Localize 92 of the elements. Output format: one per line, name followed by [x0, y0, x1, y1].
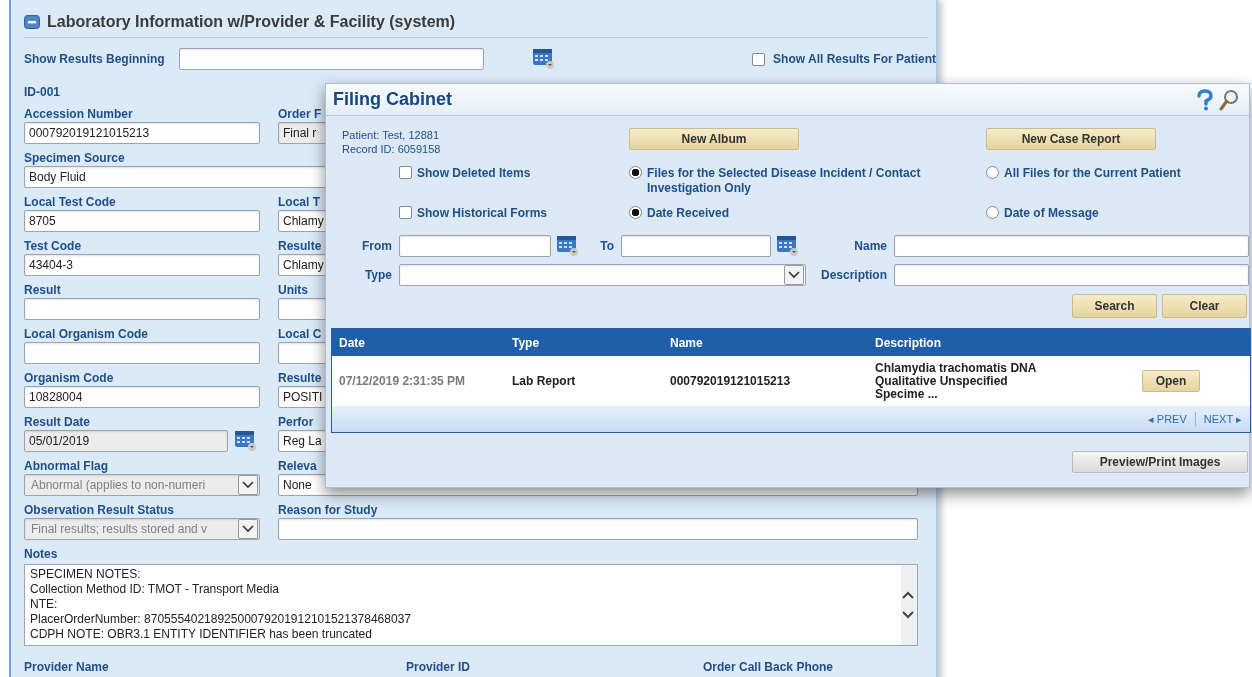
- checkbox[interactable]: [752, 52, 766, 66]
- notes-field[interactable]: SPECIMEN NOTES: Collection Method ID: TMOT - Transport Media NTE: PlacerOrderNumber: 8705554021892500079201912101521378468037 CDPH NOTE: OBR3.1 ENTITY IDENTIFIER has been truncated: [24, 564, 918, 646]
- clear-button[interactable]: Clear: [1162, 294, 1247, 318]
- calendar-icon[interactable]: [776, 235, 800, 257]
- field-label: Observation Result Status: [24, 503, 175, 518]
- input-field[interactable]: 8705: [24, 210, 260, 232]
- next-link[interactable]: NEXT ▸: [1203, 412, 1242, 426]
- scroll-down-icon[interactable]: [901, 610, 915, 620]
- field-label: Abnormal Flag: [24, 459, 108, 474]
- checkbox[interactable]: [399, 166, 412, 179]
- field-label: Provider Name: [24, 660, 110, 675]
- filter-label: To: [599, 239, 615, 253]
- column-header[interactable]: Date: [332, 329, 505, 356]
- note-line: PlacerOrderNumber: 8705554021892500079201912101521378468037: [30, 612, 412, 627]
- search-icon[interactable]: [1219, 88, 1239, 111]
- note-line: Collection Method ID: TMOT - Transport Media: [30, 582, 280, 597]
- column-header[interactable]: Type: [505, 329, 663, 356]
- field-label: Accession Number: [24, 107, 133, 122]
- table-cell: 07/12/2019 2:31:35 PM: [332, 356, 505, 406]
- field-label: Perfor: [278, 415, 314, 430]
- search-button[interactable]: Search: [1072, 294, 1157, 318]
- field-label: Units: [278, 283, 308, 298]
- column-header[interactable]: Description: [868, 329, 1062, 356]
- dialog-title: Filing Cabinet: [333, 89, 452, 110]
- field-label: Specimen Source: [24, 151, 125, 166]
- collapse-icon[interactable]: [24, 15, 40, 29]
- checkbox-label: Show Historical Forms: [417, 206, 548, 221]
- filter-label: Type: [363, 268, 393, 282]
- radio-label: Date Received: [647, 206, 730, 221]
- filter-label: Description: [820, 268, 888, 282]
- field-label: Resulte: [278, 239, 322, 254]
- name-field[interactable]: [894, 235, 1249, 257]
- from-date-field[interactable]: [399, 235, 551, 257]
- to-date-field[interactable]: [621, 235, 771, 257]
- preview-print-button[interactable]: Preview/Print Images: [1072, 451, 1248, 473]
- radio-button[interactable]: [986, 206, 999, 219]
- field-label: Order Call Back Phone: [703, 660, 834, 675]
- new-album-button[interactable]: New Album: [629, 128, 799, 150]
- field-label: Releva: [278, 459, 317, 474]
- description-field[interactable]: [894, 264, 1249, 286]
- field-label: Test Code: [24, 239, 82, 254]
- radio-label: Files for the Selected Disease Incident / Contact Investigation Only: [647, 166, 922, 196]
- note-line: NTE:: [30, 597, 59, 612]
- note-line: CDPH NOTE: OBR3.1 ENTITY IDENTIFIER has been truncated: [30, 627, 373, 642]
- input-field[interactable]: [178, 48, 485, 70]
- field-label: Show Results Beginning: [24, 51, 165, 67]
- note-line: SPECIMEN NOTES:: [30, 567, 142, 582]
- radio-label: Date of Message: [1004, 206, 1099, 221]
- caret-icon[interactable]: [788, 271, 800, 279]
- input-field[interactable]: 43404-3: [24, 254, 260, 276]
- field-label: Resulte: [278, 371, 322, 386]
- table-cell: Chlamydia trachomatis DNA Qualitative Unspecified Specime ...: [868, 356, 1062, 406]
- prev-link[interactable]: ◂ PREV: [1147, 412, 1187, 426]
- input-field[interactable]: 000792019121015213: [24, 122, 260, 144]
- radio-label: All Files for the Current Patient: [1004, 166, 1181, 181]
- field-label: Result: [24, 283, 61, 298]
- checkbox-label: Show All Results For Patient: [773, 51, 936, 67]
- checkbox-label: Show Deleted Items: [417, 166, 531, 181]
- column-header[interactable]: Name: [663, 329, 868, 356]
- filter-label: Name: [853, 239, 888, 253]
- input-field[interactable]: 10828004: [24, 386, 260, 408]
- radio-button[interactable]: [629, 166, 642, 179]
- field-label: Local Organism Code: [24, 327, 149, 342]
- record-id: Record ID: 6059158: [342, 142, 442, 156]
- field-label: Provider ID: [406, 660, 472, 675]
- patient-name: Patient: Test, 12881: [342, 128, 441, 142]
- scroll-up-icon[interactable]: [901, 590, 915, 600]
- record-label: ID-001: [24, 85, 61, 100]
- radio-button[interactable]: [629, 206, 642, 219]
- field-label: Organism Code: [24, 371, 114, 386]
- checkbox[interactable]: [399, 206, 412, 219]
- table-cell: Lab Report: [505, 356, 663, 406]
- field-label: Reason for Study: [278, 503, 378, 518]
- filter-label: From: [361, 239, 393, 253]
- input-field[interactable]: [278, 518, 918, 540]
- help-icon[interactable]: [1195, 88, 1213, 111]
- table-cell: 000792019121015213: [663, 356, 868, 406]
- input-field[interactable]: [24, 298, 260, 320]
- field-label: Notes: [24, 547, 58, 562]
- section-title: Laboratory Information w/Provider & Facility (system): [47, 13, 456, 31]
- field-label: Local Test Code: [24, 195, 116, 210]
- radio-button[interactable]: [986, 166, 999, 179]
- new-case-report-button[interactable]: New Case Report: [986, 128, 1156, 150]
- input-field[interactable]: [24, 342, 260, 364]
- calendar-icon[interactable]: [556, 235, 580, 257]
- field-label: Order F: [278, 107, 322, 122]
- open-button[interactable]: Open: [1142, 370, 1200, 392]
- calendar-icon[interactable]: [234, 430, 258, 452]
- field-label: Local T: [278, 195, 320, 210]
- field-label: Local C: [278, 327, 322, 342]
- calendar-icon[interactable]: [532, 48, 557, 70]
- field-label: Result Date: [24, 415, 91, 430]
